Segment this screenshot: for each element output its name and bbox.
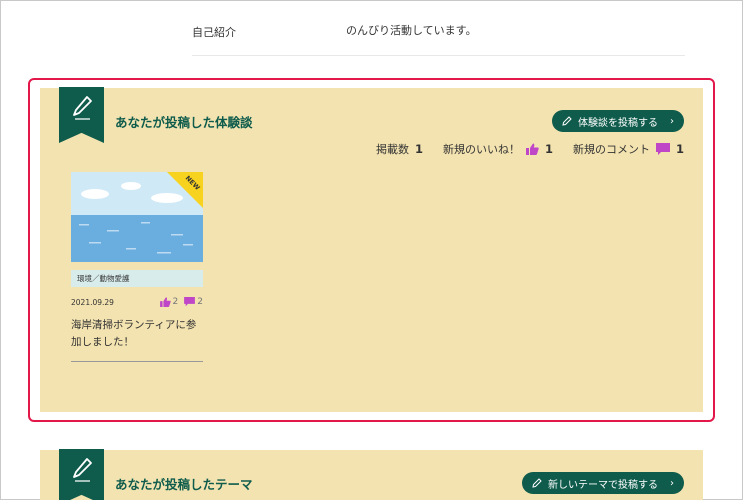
pencil-icon <box>562 116 572 126</box>
chevron-right-icon: › <box>670 477 674 489</box>
posted-count: 1 <box>414 142 423 156</box>
likes-label: 新規のいいね！ <box>442 143 520 156</box>
category-tag: 環境／動物愛護 <box>71 270 203 287</box>
experiences-panel: あなたが投稿した体験談 体験談を投稿する › 掲載数 1 新規のいいね！ 1 新… <box>40 87 703 412</box>
profile-row: 自己紹介 のんびり活動しています。 <box>192 14 685 56</box>
chevron-right-icon: › <box>670 115 674 127</box>
card-likes: 2 <box>159 297 179 307</box>
card-comments: 2 <box>184 297 203 307</box>
ribbon-bookmark <box>59 87 104 143</box>
post-experience-label: 体験談を投稿する <box>578 117 658 129</box>
profile-value: のんびり活動しています。 <box>346 24 477 37</box>
comments-label: 新規のコメント <box>572 143 650 156</box>
experience-card[interactable]: NEW 環境／動物愛護 2021.09.29 2 2 海岸清掃ボランティアに参加… <box>71 172 203 362</box>
ribbon-bookmark <box>59 449 104 500</box>
card-meta: 2021.09.29 2 2 <box>71 297 203 307</box>
card-likes-count: 2 <box>172 297 179 307</box>
pencil-icon <box>72 96 92 120</box>
themes-panel: あなたが投稿したテーマ 新しいテーマで投稿する › <box>40 449 703 500</box>
speech-bubble-icon <box>184 297 196 307</box>
card-title[interactable]: 海岸清掃ボランティアに参加しました！ <box>71 317 203 362</box>
pencil-icon <box>532 478 542 488</box>
thumbs-up-icon <box>525 143 539 155</box>
post-theme-button[interactable]: 新しいテーマで投稿する › <box>522 472 684 494</box>
posted-label: 掲載数 <box>375 143 409 156</box>
card-date: 2021.09.29 <box>71 297 114 307</box>
post-experience-button[interactable]: 体験談を投稿する › <box>552 110 684 132</box>
comments-count: 1 <box>675 142 684 156</box>
post-theme-label: 新しいテーマで投稿する <box>548 479 658 491</box>
pencil-icon <box>72 458 92 482</box>
themes-title: あなたが投稿したテーマ <box>115 477 253 492</box>
experiences-title: あなたが投稿した体験談 <box>115 115 253 130</box>
likes-count: 1 <box>544 142 553 156</box>
thumbs-up-icon <box>159 297 171 307</box>
stats-bar: 掲載数 1 新規のいいね！ 1 新規のコメント 1 <box>376 141 684 157</box>
speech-bubble-icon <box>655 142 670 156</box>
profile-label: 自己紹介 <box>192 26 236 39</box>
ocean-thumbnail: NEW <box>71 172 203 262</box>
card-comments-count: 2 <box>197 297 203 307</box>
